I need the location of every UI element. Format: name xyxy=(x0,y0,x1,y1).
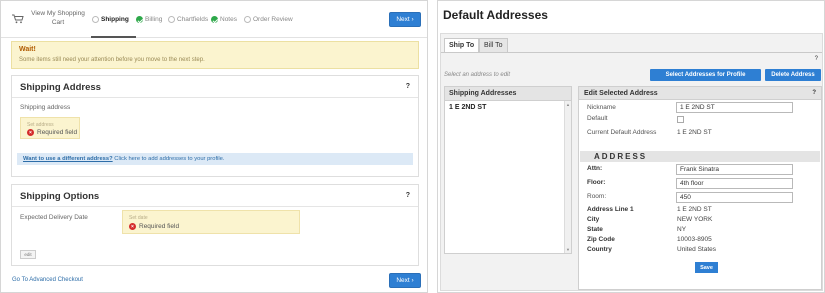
error-icon: × xyxy=(27,129,34,136)
room-label: Room: xyxy=(587,193,607,200)
warning-title: Wait! xyxy=(19,46,36,53)
edit-button[interactable]: edit xyxy=(20,250,36,259)
advanced-checkout-link[interactable]: Go To Advanced Checkout xyxy=(12,277,83,283)
list-scrollbar[interactable]: ▲ ▼ xyxy=(564,101,571,253)
select-hint: Select an address to edit xyxy=(444,72,511,78)
shipping-options-card: Shipping Options ? Expected Delivery Dat… xyxy=(11,184,419,266)
state-value: NY xyxy=(677,226,687,233)
error-icon: × xyxy=(129,223,136,230)
select-addresses-button[interactable]: Select Addresses for Profile xyxy=(650,69,761,81)
step-pending-icon xyxy=(168,16,175,23)
different-address-bar[interactable]: Want to use a different address? Click h… xyxy=(17,153,413,165)
state-label: State xyxy=(587,226,603,233)
address-section-header: ADDRESS xyxy=(580,151,820,162)
attn-label: Attn: xyxy=(587,165,603,172)
step-notes[interactable]: Notes xyxy=(211,16,237,23)
nickname-label: Nickname xyxy=(587,104,616,111)
step-complete-icon xyxy=(136,16,143,23)
step-complete-icon xyxy=(211,16,218,23)
save-button[interactable]: Save xyxy=(695,262,718,273)
shipping-address-title: Shipping Address xyxy=(20,82,101,93)
city-value: NEW YORK xyxy=(677,216,713,223)
checkout-step-bar: View My Shopping Cart Shipping Billing C… xyxy=(1,1,427,38)
help-icon[interactable]: ? xyxy=(406,83,410,90)
zip-value: 10003-8905 xyxy=(677,236,712,243)
cart-icon[interactable] xyxy=(12,14,24,24)
step-chartfields[interactable]: Chartfields xyxy=(168,16,208,23)
step-billing[interactable]: Billing xyxy=(136,16,162,23)
address-tabs-container: Ship To Bill To ? Select an address to e… xyxy=(440,33,823,291)
next-button-bottom[interactable]: Next › xyxy=(389,273,421,288)
edit-address-panel: Edit Selected Address ? Nickname Default… xyxy=(578,86,822,290)
shipping-address-label: Shipping address xyxy=(20,104,71,111)
delivery-date-label: Expected Delivery Date xyxy=(20,214,88,221)
warning-banner: Wait! Some items still need your attenti… xyxy=(11,41,419,69)
step-pending-icon xyxy=(92,16,99,23)
default-addresses-panel: Default Addresses Ship To Bill To ? Sele… xyxy=(437,0,825,293)
view-cart-link[interactable]: View My Shopping Cart xyxy=(28,9,88,27)
list-item[interactable]: 1 E 2ND ST xyxy=(445,101,571,114)
next-button-top[interactable]: Next › xyxy=(389,12,421,27)
scroll-up-icon[interactable]: ▲ xyxy=(566,102,570,107)
city-label: City xyxy=(587,216,600,223)
floor-label: Floor: xyxy=(587,179,606,186)
step-shipping[interactable]: Shipping xyxy=(92,16,129,23)
shipping-options-title: Shipping Options xyxy=(20,191,100,202)
line1-label: Address Line 1 xyxy=(587,206,634,213)
tab-ship-to[interactable]: Ship To xyxy=(444,38,480,53)
country-value: United States xyxy=(677,246,717,253)
tab-bill-to[interactable]: Bill To xyxy=(479,38,508,52)
zip-label: Zip Code xyxy=(587,236,615,243)
scroll-down-icon[interactable]: ▼ xyxy=(566,247,570,252)
country-label: Country xyxy=(587,246,612,253)
delete-address-button[interactable]: Delete Address xyxy=(765,69,821,81)
help-icon[interactable]: ? xyxy=(812,90,816,96)
page-title: Default Addresses xyxy=(443,8,548,22)
different-address-link[interactable]: Want to use a different address? xyxy=(23,156,113,162)
step-pending-icon xyxy=(244,16,251,23)
warning-text: Some items still need your attention bef… xyxy=(19,57,205,63)
nickname-input[interactable] xyxy=(676,102,793,113)
attn-input[interactable] xyxy=(676,164,793,175)
help-icon[interactable]: ? xyxy=(815,56,818,62)
default-label: Default xyxy=(587,115,608,122)
current-default-value: 1 E 2ND ST xyxy=(677,129,712,136)
delivery-date-required[interactable]: Set date × Required field xyxy=(122,210,300,234)
list-header: Shipping Addresses xyxy=(445,87,571,101)
active-step-indicator xyxy=(91,36,136,38)
help-icon[interactable]: ? xyxy=(406,192,410,199)
floor-input[interactable] xyxy=(676,178,793,189)
line1-value: 1 E 2ND ST xyxy=(677,206,712,213)
shipping-address-required[interactable]: Set address × Required field xyxy=(20,117,80,139)
edit-header: Edit Selected Address xyxy=(584,90,658,97)
shipping-address-list: Shipping Addresses 1 E 2ND ST ▲ ▼ xyxy=(444,86,572,254)
default-checkbox[interactable] xyxy=(677,116,684,123)
shipping-address-card: Shipping Address ? Shipping address Set … xyxy=(11,75,419,177)
room-input[interactable] xyxy=(676,192,793,203)
checkout-panel: View My Shopping Cart Shipping Billing C… xyxy=(0,0,428,293)
current-default-label: Current Default Address xyxy=(587,129,657,136)
step-order-review[interactable]: Order Review xyxy=(244,16,293,23)
